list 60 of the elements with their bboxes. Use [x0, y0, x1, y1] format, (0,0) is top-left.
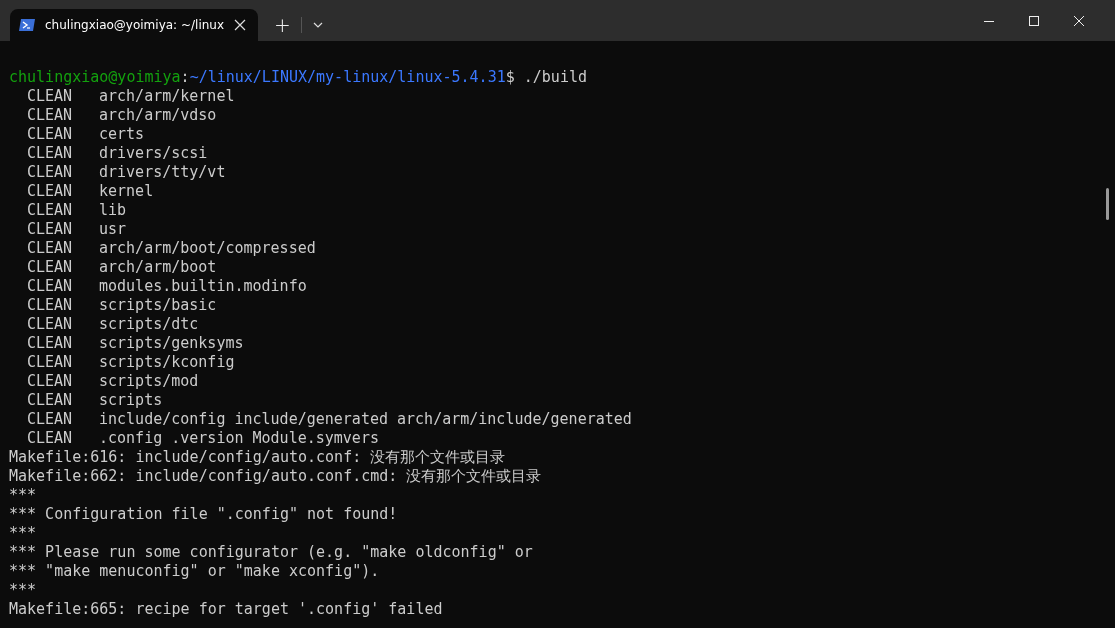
clean-label: CLEAN — [27, 239, 74, 258]
clean-label: CLEAN — [27, 410, 74, 429]
output-line: *** "make menuconfig" or "make xconfig"). — [9, 562, 380, 580]
clean-label: CLEAN — [27, 125, 74, 144]
clean-label: CLEAN — [27, 277, 74, 296]
scrollbar-thumb[interactable] — [1106, 188, 1109, 220]
clean-path: drivers/scsi — [99, 144, 208, 162]
output-line: Makefile:616: include/config/auto.conf: 没有那个文件或目录 — [9, 448, 506, 466]
clean-label: CLEAN — [27, 201, 74, 220]
close-tab-icon[interactable] — [234, 19, 247, 31]
clean-path: arch/arm/boot/compressed — [99, 239, 316, 257]
clean-label: CLEAN — [27, 163, 74, 182]
maximize-icon[interactable] — [1028, 15, 1040, 27]
output-line: *** — [9, 524, 37, 542]
clean-label: CLEAN — [27, 144, 74, 163]
prompt-user: chulingxiao@yoimiya — [9, 68, 181, 86]
clean-path: modules.builtin.modinfo — [99, 277, 307, 295]
output-line: *** Configuration file ".config" not found! — [9, 505, 398, 523]
output-line: *** — [9, 581, 37, 599]
clean-path: certs — [99, 125, 145, 143]
close-icon[interactable] — [1073, 15, 1085, 27]
output-line: Makefile:662: include/config/auto.conf.cmd: 没有那个文件或目录 — [9, 467, 542, 485]
clean-path: usr — [99, 220, 127, 238]
clean-label: CLEAN — [27, 372, 74, 391]
clean-path: scripts — [99, 391, 163, 409]
clean-label: CLEAN — [27, 182, 74, 201]
new-tab-button[interactable]: + — [274, 12, 291, 37]
prompt-separator: : — [180, 68, 190, 86]
clean-path: drivers/tty/vt — [99, 163, 226, 181]
clean-path: scripts/dtc — [99, 315, 199, 333]
tab-title: chulingxiao@yoimiya: ~/linux — [45, 18, 225, 32]
clean-label: CLEAN — [27, 296, 74, 315]
command-text: $ ./build — [505, 68, 587, 86]
clean-label: CLEAN — [27, 87, 74, 106]
output-line: *** — [9, 486, 37, 504]
clean-label: CLEAN — [27, 353, 74, 372]
clean-path: scripts/kconfig — [99, 353, 235, 371]
shell-icon — [19, 18, 35, 32]
clean-path: .config .version Module.symvers — [99, 429, 379, 447]
output-line: *** Please run some configurator (e.g. "make oldconfig" or — [9, 543, 533, 561]
output-line: Makefile:665: recipe for target '.config' failed — [9, 600, 443, 618]
dropdown-chevron-icon[interactable] — [312, 21, 323, 28]
clean-path: lib — [99, 201, 127, 219]
clean-label: CLEAN — [27, 315, 74, 334]
clean-path: arch/arm/kernel — [99, 87, 235, 105]
clean-path: include/config include/generated arch/arm/include/generated — [99, 410, 632, 428]
clean-path: arch/arm/boot — [99, 258, 217, 276]
clean-label: CLEAN — [27, 334, 74, 353]
prompt-path: ~/linux/LINUX/my-linux/linux-5.4.31 — [189, 68, 506, 86]
clean-path: scripts/mod — [99, 372, 199, 390]
clean-path: scripts/genksyms — [99, 334, 244, 352]
clean-label: CLEAN — [27, 258, 74, 277]
clean-path: arch/arm/vdso — [99, 106, 217, 124]
clean-label: CLEAN — [27, 429, 74, 448]
clean-label: CLEAN — [27, 106, 74, 125]
clean-path: kernel — [99, 182, 154, 200]
clean-label: CLEAN — [27, 391, 74, 410]
terminal-tab[interactable]: chulingxiao@yoimiya: ~/linux — [10, 9, 259, 41]
clean-label: CLEAN — [27, 220, 74, 239]
clean-path: scripts/basic — [99, 296, 217, 314]
